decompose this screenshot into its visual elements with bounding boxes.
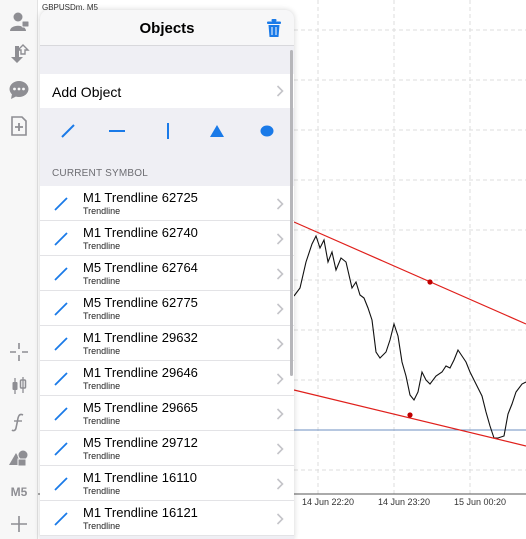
trendline-icon bbox=[54, 267, 68, 281]
object-row[interactable]: M1 Trendline 29632 Trendline bbox=[40, 326, 294, 361]
ellipse-icon bbox=[260, 125, 274, 137]
chevron-right-icon bbox=[276, 443, 284, 455]
object-title: M1 Trendline 62725 bbox=[83, 190, 198, 205]
vertical-line-tool[interactable] bbox=[153, 116, 183, 146]
time-label: 15 Jun 00:20 bbox=[454, 497, 507, 507]
trendline-icon bbox=[61, 124, 75, 138]
object-title: M1 Trendline 29646 bbox=[83, 365, 198, 380]
object-row[interactable]: M1 Trendline 29646 Trendline bbox=[40, 361, 294, 396]
object-type: Trendline bbox=[83, 451, 121, 461]
price-line bbox=[293, 234, 526, 439]
chevron-right-icon bbox=[276, 513, 284, 525]
chevron-right-icon bbox=[276, 408, 284, 420]
panel-title: Objects bbox=[139, 20, 195, 37]
function-icon[interactable] bbox=[4, 408, 34, 436]
object-title: M5 Trendline 29665 bbox=[83, 400, 198, 415]
object-row[interactable]: M1 Trendline 62725 Trendline bbox=[40, 186, 294, 221]
chevron-right-icon bbox=[276, 85, 284, 97]
chart-grid bbox=[294, 0, 526, 494]
object-type: Trendline bbox=[83, 241, 121, 251]
object-row[interactable]: M1 Trendline 16121 Trendline bbox=[40, 501, 294, 536]
object-title: M5 Trendline 29712 bbox=[83, 435, 198, 450]
section-title: CURRENT SYMBOL bbox=[52, 168, 148, 179]
left-toolbar: M5 bbox=[0, 0, 38, 539]
trendline-icon bbox=[54, 337, 68, 351]
object-row[interactable]: M1 Trendline 16110 Trendline bbox=[40, 466, 294, 501]
trash-icon[interactable] bbox=[266, 18, 282, 38]
add-object-button[interactable]: Add Object bbox=[40, 74, 294, 108]
chevron-right-icon bbox=[276, 233, 284, 245]
object-title: M1 Trendline 62740 bbox=[83, 225, 198, 240]
trendline-icon bbox=[54, 232, 68, 246]
trade-icon[interactable] bbox=[4, 40, 34, 68]
trendline-upper bbox=[293, 221, 526, 325]
chevron-right-icon bbox=[276, 478, 284, 490]
indicators-icon[interactable] bbox=[4, 372, 34, 400]
object-type: Trendline bbox=[83, 486, 121, 496]
trendline-lower-anchor bbox=[407, 412, 413, 418]
object-type: Trendline bbox=[83, 521, 121, 531]
object-title: M5 Trendline 62764 bbox=[83, 260, 198, 275]
horizontal-line-icon bbox=[109, 130, 125, 132]
trendline-icon bbox=[54, 302, 68, 316]
ellipse-tool[interactable] bbox=[252, 116, 282, 146]
chat-icon[interactable] bbox=[4, 76, 34, 104]
trendline-icon bbox=[54, 477, 68, 491]
triangle-tool[interactable] bbox=[202, 116, 232, 146]
crosshair-icon[interactable] bbox=[4, 338, 34, 366]
object-row[interactable]: M5 Trendline 29665 Trendline bbox=[40, 396, 294, 431]
account-icon[interactable] bbox=[4, 8, 34, 36]
trendline-tool[interactable] bbox=[53, 116, 83, 146]
chevron-right-icon bbox=[276, 373, 284, 385]
timeframe-label[interactable]: M5 bbox=[4, 478, 34, 506]
object-row[interactable]: M5 Trendline 62764 Trendline bbox=[40, 256, 294, 291]
trendline-upper-anchor bbox=[427, 279, 433, 285]
object-row[interactable]: M5 Trendline 62775 Trendline bbox=[40, 291, 294, 326]
trendline-icon bbox=[54, 372, 68, 386]
chevron-right-icon bbox=[276, 338, 284, 350]
object-type: Trendline bbox=[83, 311, 121, 321]
object-title: M1 Trendline 16110 bbox=[83, 470, 197, 485]
panel-header: Objects bbox=[40, 10, 294, 46]
objects-icon[interactable] bbox=[4, 444, 34, 472]
object-type: Trendline bbox=[83, 416, 121, 426]
trendline-icon bbox=[54, 442, 68, 456]
horizontal-line-tool[interactable] bbox=[102, 116, 132, 146]
objects-panel: Objects Add Object CURRENT SYMBOL M1 Tre… bbox=[40, 10, 294, 539]
object-title: M5 Trendline 62775 bbox=[83, 295, 198, 310]
new-order-icon[interactable] bbox=[4, 112, 34, 140]
object-row[interactable]: M5 Trendline 29712 Trendline bbox=[40, 431, 294, 466]
object-type: Trendline bbox=[83, 381, 121, 391]
object-title: M1 Trendline 29632 bbox=[83, 330, 198, 345]
object-type: Trendline bbox=[83, 206, 121, 216]
object-row[interactable]: M1 Trendline 62740 Trendline bbox=[40, 221, 294, 256]
scrollbar[interactable] bbox=[290, 50, 293, 376]
object-tools bbox=[40, 116, 294, 146]
trendline-icon bbox=[54, 197, 68, 211]
trendline-lower bbox=[293, 389, 526, 447]
object-type: Trendline bbox=[83, 346, 121, 356]
add-object-label: Add Object bbox=[52, 84, 122, 100]
time-label: 14 Jun 23:20 bbox=[378, 497, 431, 507]
add-icon[interactable] bbox=[4, 510, 34, 538]
triangle-icon bbox=[210, 125, 224, 137]
chevron-right-icon bbox=[276, 268, 284, 280]
object-title: M1 Trendline 16121 bbox=[83, 505, 198, 520]
trendline-icon bbox=[54, 512, 68, 526]
chevron-right-icon bbox=[276, 303, 284, 315]
object-type: Trendline bbox=[83, 276, 121, 286]
time-label: 14 Jun 22:20 bbox=[302, 497, 355, 507]
chevron-right-icon bbox=[276, 198, 284, 210]
trendline-icon bbox=[54, 407, 68, 421]
vertical-line-icon bbox=[167, 123, 169, 139]
